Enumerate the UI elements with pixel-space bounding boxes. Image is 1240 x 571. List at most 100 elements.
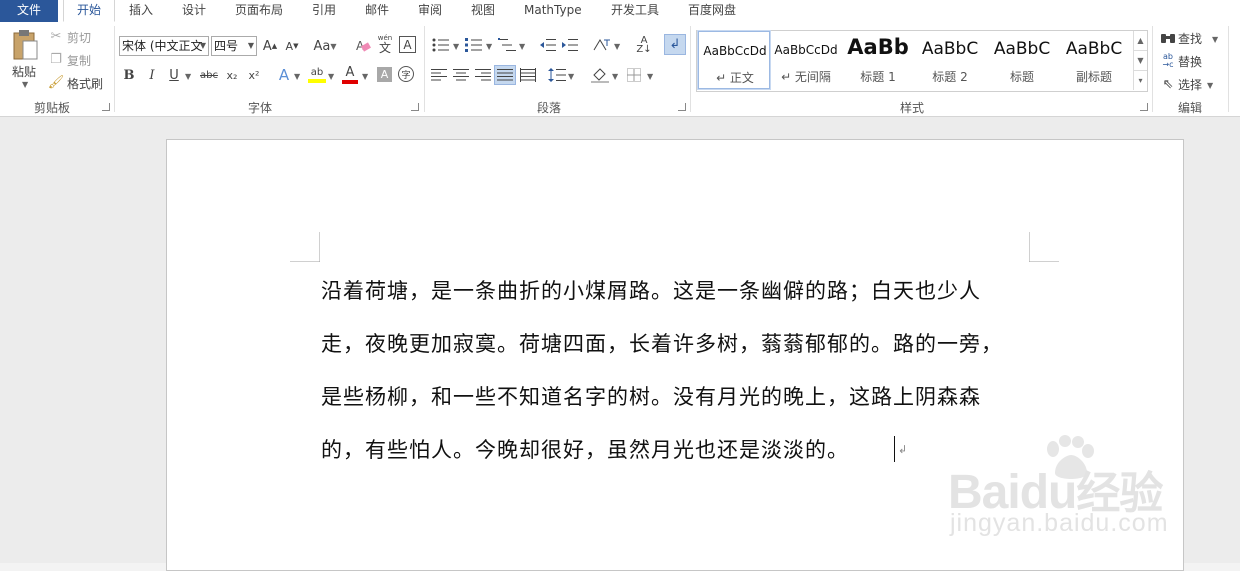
font-launcher-icon[interactable]	[411, 103, 419, 111]
style-normal[interactable]: AaBbCcDd ↵ 正文	[697, 30, 771, 90]
italic-button[interactable]: I	[144, 66, 160, 84]
cut-button[interactable]: 剪切	[67, 29, 91, 46]
ribbon-tab-bar: 文件 开始 插入 设计 页面布局 引用 邮件 审阅 视图 MathType 开发…	[0, 0, 1240, 23]
character-shading-icon[interactable]: A	[377, 67, 392, 82]
style-heading-1[interactable]: AaBb 标题 1	[842, 31, 914, 89]
clipboard-launcher-icon[interactable]	[102, 103, 110, 111]
replace-icon: ab →c	[1162, 52, 1174, 69]
gallery-scroll-down-icon[interactable]: ▼	[1133, 51, 1147, 71]
borders-dropdown-icon[interactable]: ▼	[647, 72, 653, 81]
find-button[interactable]: 查找	[1178, 30, 1202, 47]
paragraph-line[interactable]: 走，夜晚更加寂寞。荷塘四面，长着许多树，蓊蓊郁郁的。路的一旁，	[321, 328, 1003, 358]
clear-formatting-icon[interactable]: A	[354, 37, 372, 55]
phonetic-guide-icon[interactable]: wén 文	[376, 33, 394, 55]
style-preview: AaBbCcDd	[774, 43, 838, 57]
paragraph-launcher-icon[interactable]	[678, 103, 686, 111]
tab-mathtype[interactable]: MathType	[524, 0, 582, 22]
document-canvas[interactable]: 沿着荷塘，是一条曲折的小煤屑路。这是一条幽僻的路；白天也少人 走，夜晚更加寂寞。…	[0, 117, 1240, 571]
align-right-icon[interactable]	[474, 66, 492, 84]
select-button[interactable]: 选择	[1178, 76, 1202, 93]
copy-button[interactable]: 复制	[67, 52, 91, 69]
distributed-icon[interactable]	[519, 66, 537, 84]
group-divider	[424, 26, 425, 112]
subscript-button[interactable]: x₂	[223, 66, 241, 84]
select-cursor-icon: ⇖	[1162, 76, 1174, 92]
paste-label[interactable]: 粘贴	[12, 63, 36, 80]
tab-baidu-netdisk[interactable]: 百度网盘	[688, 0, 736, 22]
gallery-more-icon[interactable]: ▾	[1133, 71, 1147, 90]
text-effects-icon[interactable]: A	[275, 65, 293, 85]
select-dropdown-icon[interactable]: ▼	[1207, 81, 1213, 90]
numbering-icon[interactable]	[464, 36, 484, 54]
paste-dropdown-icon[interactable]: ▼	[22, 80, 28, 89]
align-left-icon[interactable]	[430, 66, 448, 84]
align-center-icon[interactable]	[452, 66, 470, 84]
line-spacing-dropdown-icon[interactable]: ▼	[568, 72, 574, 81]
tab-home[interactable]: 开始	[63, 0, 115, 22]
sort-icon[interactable]: A Z↓	[635, 35, 653, 55]
paragraph-line[interactable]: 沿着荷塘，是一条曲折的小煤屑路。这是一条幽僻的路；白天也少人	[321, 275, 981, 305]
highlight-dropdown-icon[interactable]: ▼	[328, 72, 334, 81]
character-border-icon[interactable]: A	[399, 36, 416, 53]
grow-font-icon[interactable]: A ▲	[262, 37, 278, 55]
underline-button[interactable]: U	[166, 66, 182, 84]
styles-group-label: 样式	[899, 101, 924, 115]
clipboard-group-label: 剪贴板	[33, 101, 70, 115]
style-heading-2[interactable]: AaBbC 标题 2	[914, 31, 986, 89]
tab-insert[interactable]: 插入	[129, 0, 153, 22]
replace-button[interactable]: 替换	[1178, 53, 1202, 70]
paragraph-line[interactable]: 的，有些怕人。今晚却很好，虽然月光也还是淡淡的。	[321, 434, 849, 464]
multilevel-dropdown-icon[interactable]: ▼	[519, 42, 525, 51]
font-name-select[interactable]: 宋体 (中文正文 ▼	[119, 36, 209, 56]
chinese-layout-dropdown-icon[interactable]: ▼	[614, 42, 620, 51]
borders-icon[interactable]	[625, 66, 643, 84]
format-painter-button[interactable]: 格式刷	[67, 75, 103, 92]
font-size-select[interactable]: 四号 ▼	[211, 36, 257, 56]
shading-dropdown-icon[interactable]: ▼	[612, 72, 618, 81]
paragraph-group-label: 段落	[536, 101, 561, 115]
strikethrough-button[interactable]: abc	[198, 66, 220, 84]
text-effects-dropdown-icon[interactable]: ▼	[294, 72, 300, 81]
justify-icon[interactable]	[494, 65, 516, 85]
watermark-url: jingyan.baidu.com	[950, 509, 1169, 537]
bullets-dropdown-icon[interactable]: ▼	[453, 42, 459, 51]
tab-design[interactable]: 设计	[182, 0, 206, 22]
multilevel-list-icon[interactable]	[497, 36, 517, 54]
bullets-icon[interactable]	[431, 36, 451, 54]
change-case-button[interactable]: Aa ▼	[312, 37, 338, 55]
tab-view[interactable]: 视图	[471, 0, 495, 22]
gallery-scroll-up-icon[interactable]: ▲	[1133, 31, 1147, 51]
bold-button[interactable]: B	[121, 66, 137, 84]
styles-launcher-icon[interactable]	[1140, 103, 1148, 111]
tab-references[interactable]: 引用	[312, 0, 336, 22]
group-divider	[114, 26, 115, 112]
underline-dropdown-icon[interactable]: ▼	[185, 72, 191, 81]
tab-developer[interactable]: 开发工具	[611, 0, 659, 22]
tab-page-layout[interactable]: 页面布局	[235, 0, 283, 22]
paragraph-line[interactable]: 是些杨柳，和一些不知道名字的树。没有月光的晚上，这路上阴森森	[321, 381, 981, 411]
text-cursor	[894, 436, 895, 462]
shrink-font-icon[interactable]: A ▼	[284, 37, 300, 55]
increase-indent-icon[interactable]	[561, 36, 579, 54]
decrease-indent-icon[interactable]	[539, 36, 557, 54]
style-preview: AaBbC	[921, 39, 979, 59]
style-subtitle[interactable]: AaBbC 副标题	[1058, 31, 1130, 89]
find-icon	[1160, 30, 1176, 46]
font-color-dropdown-icon[interactable]: ▼	[362, 72, 368, 81]
style-no-spacing[interactable]: AaBbCcDd ↵ 无间隔	[770, 31, 842, 89]
highlight-icon[interactable]: ab	[307, 65, 327, 85]
paste-icon[interactable]	[10, 28, 40, 62]
tab-mailings[interactable]: 邮件	[365, 0, 389, 22]
numbering-dropdown-icon[interactable]: ▼	[486, 42, 492, 51]
line-spacing-icon[interactable]	[548, 66, 566, 84]
find-dropdown-icon[interactable]: ▼	[1212, 35, 1218, 44]
chinese-layout-icon[interactable]	[592, 36, 612, 54]
enclose-characters-icon[interactable]: 字	[398, 66, 414, 82]
style-title[interactable]: AaBbC 标题	[986, 31, 1058, 89]
shading-icon[interactable]	[591, 66, 609, 84]
show-paragraph-marks-icon[interactable]: ↲	[664, 34, 686, 55]
tab-file[interactable]: 文件	[0, 0, 58, 22]
superscript-button[interactable]: x²	[245, 66, 263, 84]
font-color-icon[interactable]: A	[341, 65, 359, 85]
tab-review[interactable]: 审阅	[418, 0, 442, 22]
